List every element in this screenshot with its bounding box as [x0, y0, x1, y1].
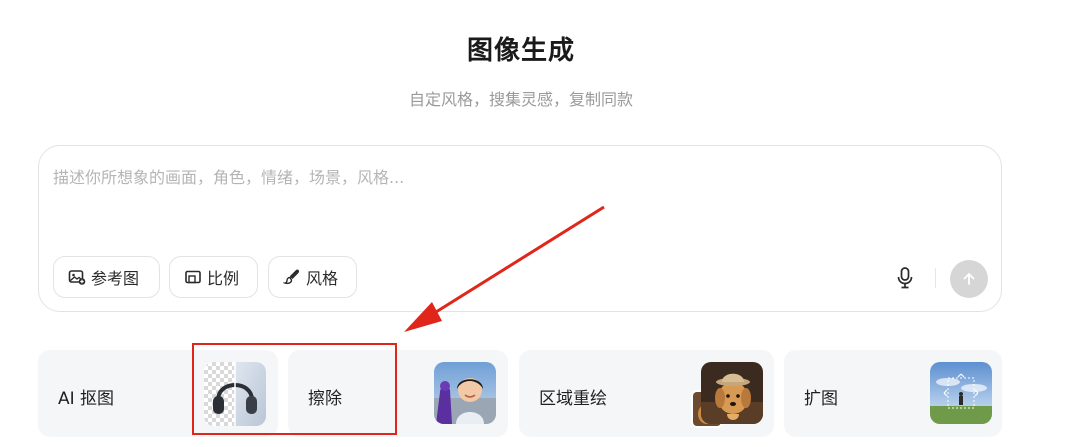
tool-card-expand[interactable]: 扩图 — [784, 350, 1002, 437]
landscape-expand-thumbnail — [930, 362, 992, 424]
aspect-ratio-icon — [184, 268, 202, 286]
style-label: 风格 — [306, 269, 339, 288]
tool-card-label: AI 抠图 — [58, 389, 115, 409]
microphone-icon[interactable] — [894, 266, 916, 290]
page-title: 图像生成 — [466, 36, 575, 66]
brush-icon — [283, 268, 301, 286]
aspect-ratio-button[interactable]: 比例 — [169, 256, 258, 298]
style-button[interactable]: 风格 — [268, 256, 357, 298]
tool-card-label: 扩图 — [804, 389, 838, 409]
dog-with-hat-main-thumbnail — [701, 362, 763, 424]
toolbar-divider — [935, 268, 936, 288]
send-button[interactable] — [950, 260, 988, 298]
reference-image-label: 参考图 — [91, 269, 140, 288]
prompt-composer: 参考图 比例 风格 — [38, 145, 1002, 312]
reference-image-button[interactable]: 参考图 — [53, 256, 160, 298]
aspect-ratio-label: 比例 — [207, 269, 240, 288]
child-portrait-thumbnail — [434, 362, 496, 424]
prompt-input[interactable] — [53, 168, 913, 187]
annotation-highlight-box — [192, 343, 397, 435]
page-subtitle: 自定风格，搜集灵感，复制同款 — [408, 90, 633, 109]
arrow-up-icon — [963, 273, 975, 285]
tool-card-inpaint[interactable]: 区域重绘 — [519, 350, 774, 437]
tool-card-label: 区域重绘 — [539, 389, 607, 409]
image-add-icon — [68, 268, 86, 286]
